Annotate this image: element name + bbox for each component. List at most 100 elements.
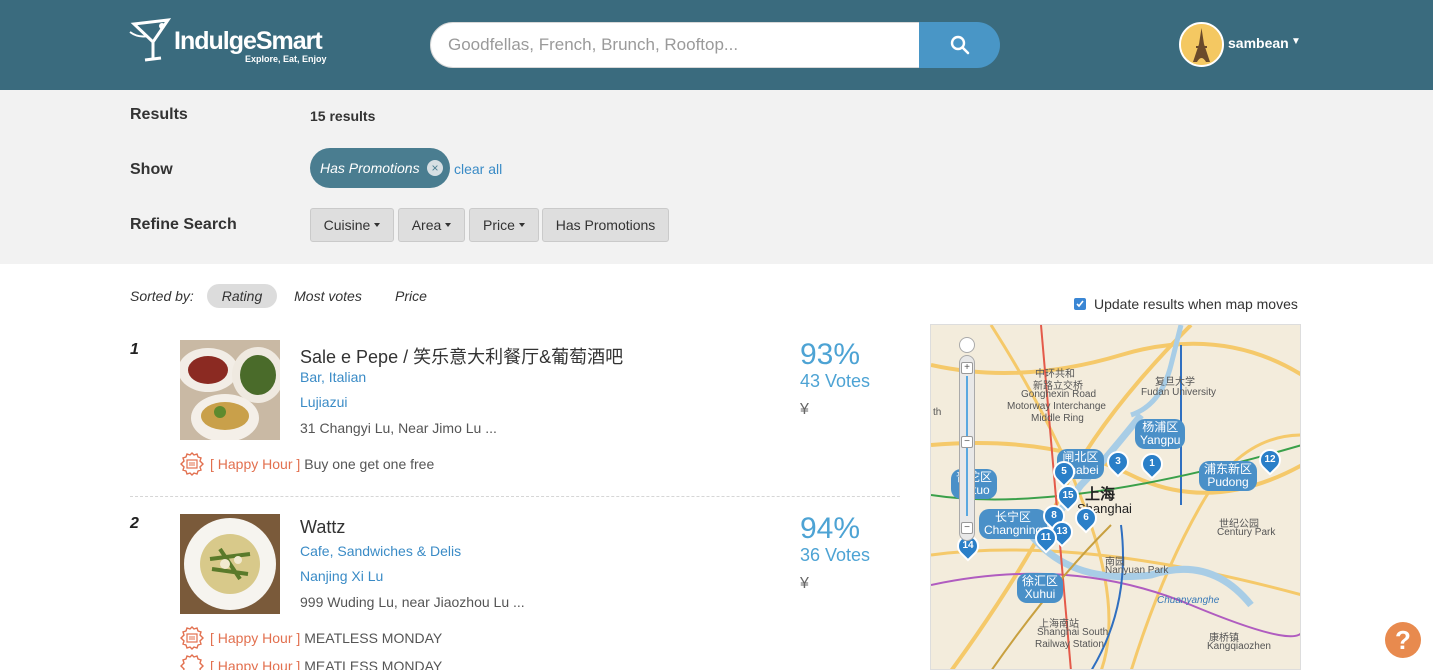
district-en: Pudong <box>1207 475 1249 489</box>
results-count: 15 results <box>310 108 376 124</box>
map-pan-control[interactable] <box>959 337 975 353</box>
food-photo <box>180 340 280 440</box>
cuisine-dropdown-label: Cuisine <box>323 217 371 233</box>
district-label: 徐汇区 Xuhui <box>1017 573 1064 603</box>
chevron-down-icon[interactable]: ▼ <box>1291 36 1301 47</box>
sort-price[interactable]: Price <box>388 284 434 308</box>
search-input[interactable] <box>431 23 919 67</box>
zoom-handle[interactable]: − <box>961 436 973 448</box>
cuisine-link[interactable]: Bar, Italian <box>300 369 366 385</box>
rating-percent: 93% <box>800 338 861 371</box>
check-icon <box>1076 300 1084 308</box>
results-map[interactable]: 中环共和 新路立交桥 Gonghexin Road Motorway Inter… <box>930 324 1301 670</box>
food-photo <box>180 514 280 614</box>
district-cn: 徐汇区 <box>1022 574 1059 588</box>
promotion-badge-icon <box>180 452 204 476</box>
help-button[interactable]: ? <box>1385 622 1421 658</box>
district-label: 杨浦区 Yangpu <box>1135 419 1186 449</box>
zoom-out-icon[interactable]: − <box>961 522 973 534</box>
results-label: Results <box>130 106 188 123</box>
pin-number: 15 <box>1062 490 1074 501</box>
promotion-tag: [ Happy Hour ] <box>210 630 301 646</box>
promotion[interactable]: [ Happy Hour ] MEATLESS MONDAY <box>180 626 442 650</box>
district-cn: 长宁区 <box>995 510 1032 524</box>
close-icon[interactable]: × <box>427 160 443 176</box>
pin-number: 6 <box>1083 512 1089 523</box>
username[interactable]: sambean <box>1228 35 1289 51</box>
promotion-text: MEATLESS MONDAY <box>304 658 443 670</box>
area-link[interactable]: Lujiazui <box>300 394 347 410</box>
sort-rating[interactable]: Rating <box>207 284 277 308</box>
top-header: IndulgeSmart Explore, Eat, Enjoy sambean… <box>0 0 1433 90</box>
filter-panel: Results 15 results Show Has Promotions ×… <box>0 90 1433 264</box>
map-label: Gonghexin Road <box>1021 389 1097 400</box>
vote-count: 43 Votes <box>800 371 871 391</box>
result-rank: 1 <box>130 341 139 358</box>
caret-down-icon <box>374 223 381 227</box>
result-rank: 2 <box>130 515 139 532</box>
logo-title: IndulgeSmart <box>174 27 323 55</box>
area-dropdown[interactable]: Area <box>398 208 465 242</box>
caret-down-icon <box>518 223 525 227</box>
promotion-text: MEATLESS MONDAY <box>304 630 443 646</box>
map-label: Nanyuan Park <box>1105 565 1169 576</box>
active-filter-chip[interactable]: Has Promotions × <box>310 148 450 188</box>
logo[interactable]: IndulgeSmart Explore, Eat, Enjoy <box>128 18 338 70</box>
restaurant-name[interactable]: Sale e Pepe / 笑乐意大利餐厅&葡萄酒吧 <box>300 343 623 369</box>
cuisine-dropdown[interactable]: Cuisine <box>310 208 394 242</box>
update-checkbox[interactable] <box>1074 298 1086 310</box>
pin-number: 3 <box>1115 456 1121 467</box>
district-label: 浦东新区 Pudong <box>1199 461 1258 491</box>
map-label: Fudan University <box>1141 387 1217 398</box>
cuisine-link[interactable]: Cafe, Sandwiches & Delis <box>300 543 461 559</box>
map-label: Shanghai South <box>1037 627 1109 638</box>
search-button[interactable] <box>919 22 1000 68</box>
map-label: Century Park <box>1217 527 1276 538</box>
price-dropdown-label: Price <box>483 217 515 233</box>
zoom-in-icon[interactable]: + <box>961 362 973 374</box>
update-label: Update results when map moves <box>1094 296 1298 312</box>
search-icon <box>950 35 969 55</box>
caret-down-icon <box>445 223 452 227</box>
martini-glass-icon <box>129 18 172 62</box>
map-label: Motorway Interchange <box>1007 401 1106 412</box>
price-level: ¥ <box>800 401 809 418</box>
promotion-badge-icon <box>180 626 204 650</box>
map-label: Middle Ring <box>1031 413 1084 424</box>
sort-most-votes[interactable]: Most votes <box>287 284 369 308</box>
address: 999 Wuding Lu, near Jiaozhou Lu ... <box>300 594 525 610</box>
sorted-by-label: Sorted by: <box>130 288 194 304</box>
area-dropdown-label: Area <box>411 217 442 233</box>
map-label: Chuanyanghe <box>1157 595 1220 606</box>
price-dropdown[interactable]: Price <box>469 208 539 242</box>
rating-percent: 94% <box>800 512 861 545</box>
pin-number: 12 <box>1264 454 1276 465</box>
result-divider <box>130 496 900 497</box>
has-promotions-button[interactable]: Has Promotions <box>542 208 669 242</box>
map-zoom-slider[interactable]: + − − <box>959 355 975 541</box>
search-box <box>430 22 920 68</box>
promotion[interactable]: [ Happy Hour ] Buy one get one free <box>180 452 434 476</box>
promotion-text: Buy one get one free <box>304 456 435 472</box>
promotion[interactable]: [ Happy Hour ] MEATLESS MONDAY <box>180 654 442 670</box>
district-cn: 杨浦区 <box>1142 420 1179 434</box>
refine-label: Refine Search <box>130 216 237 233</box>
promotion-tag: [ Happy Hour ] <box>210 658 301 670</box>
map-label: Railway Station <box>1035 639 1104 650</box>
area-link[interactable]: Nanjing Xi Lu <box>300 568 383 584</box>
pin-number: 11 <box>1040 532 1052 543</box>
update-on-map-move[interactable]: Update results when map moves <box>1074 296 1298 312</box>
promotion-badge-icon <box>180 654 204 670</box>
vote-count: 36 Votes <box>800 545 871 565</box>
eiffel-tower-icon <box>1181 24 1222 65</box>
clear-all-link[interactable]: clear all <box>454 161 502 177</box>
avatar[interactable] <box>1179 22 1224 67</box>
chip-label: Has Promotions <box>320 160 420 176</box>
restaurant-thumbnail[interactable] <box>180 514 280 614</box>
restaurant-thumbnail[interactable] <box>180 340 280 440</box>
district-en: Xuhui <box>1024 587 1056 601</box>
map-label: th <box>933 407 942 418</box>
has-promotions-label: Has Promotions <box>555 217 656 233</box>
logo-tagline: Explore, Eat, Enjoy <box>245 54 327 64</box>
restaurant-name[interactable]: Wattz <box>300 517 345 538</box>
